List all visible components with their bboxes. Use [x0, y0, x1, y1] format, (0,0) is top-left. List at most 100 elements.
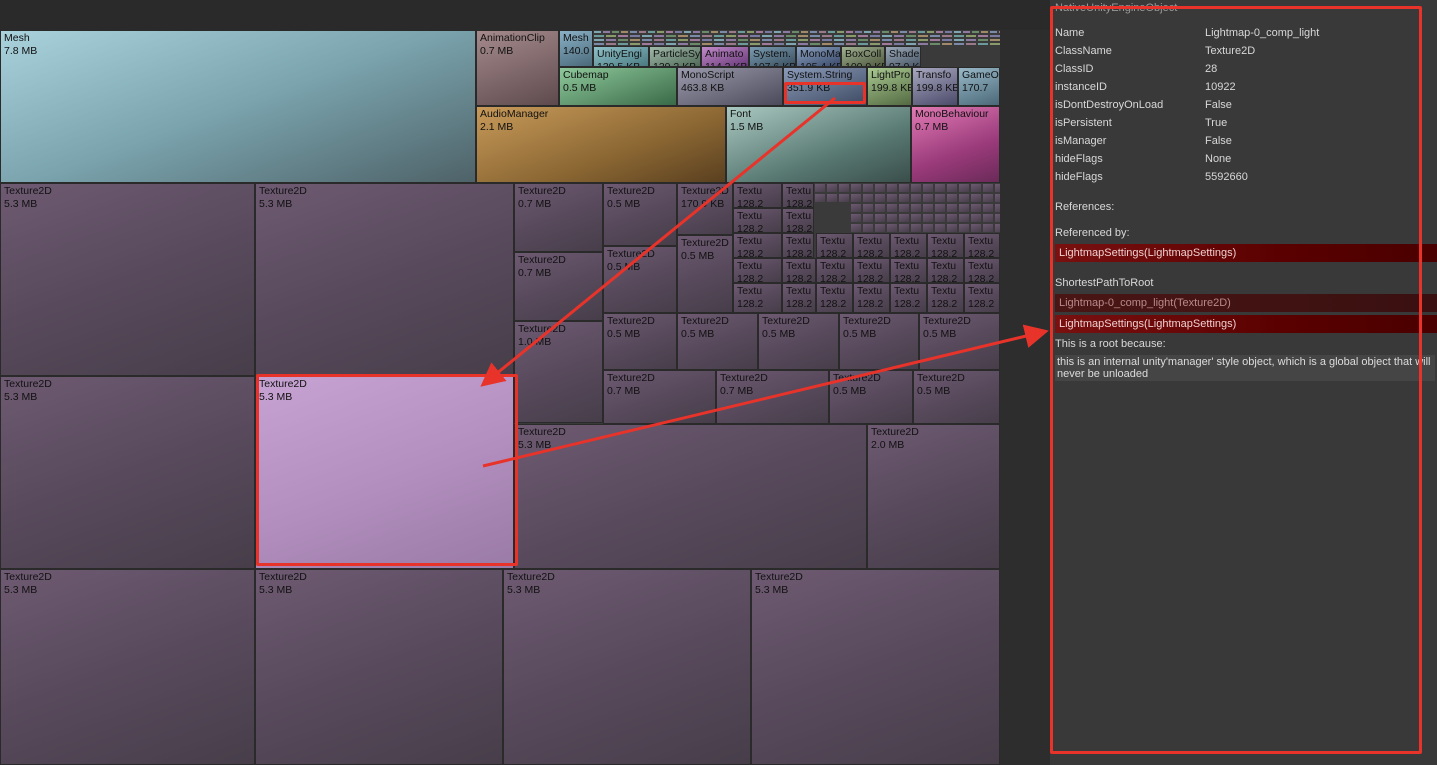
- treemap-cell[interactable]: Mesh 7.8 MB: [0, 30, 476, 183]
- treemap-cell[interactable]: Texture2D 0.5 MB: [829, 370, 913, 424]
- treemap-tiny-cell[interactable]: [749, 42, 761, 46]
- treemap-cell[interactable]: Textu 128.2: [853, 233, 890, 258]
- treemap-cell[interactable]: UnityEngi 139.5 KB: [593, 46, 649, 67]
- treemap-cell[interactable]: Texture2D 0.5 MB: [913, 370, 1000, 424]
- treemap-tiny-cell[interactable]: [886, 203, 898, 213]
- treemap-tiny-cell[interactable]: [965, 42, 977, 46]
- memory-treemap[interactable]: Mesh 7.8 MB AnimationClip 0.7 MB Mesh 140.0 Un…: [0, 30, 1000, 765]
- treemap-tiny-cell[interactable]: [869, 42, 881, 46]
- treemap-cell[interactable]: MonoBehaviour 0.7 MB: [911, 106, 1000, 183]
- treemap-tiny-cell[interactable]: [886, 183, 898, 193]
- treemap-tiny-cell[interactable]: [826, 193, 838, 203]
- treemap-cell[interactable]: ParticleSy 139.2 KB: [649, 46, 701, 67]
- treemap-tiny-cell[interactable]: [862, 203, 874, 213]
- treemap-cell[interactable]: Texture2D 0.5 MB: [677, 235, 733, 313]
- treemap-cell[interactable]: Texture2D 0.7 MB: [514, 252, 603, 321]
- treemap-tiny-cell[interactable]: [982, 213, 994, 223]
- treemap-tiny-cell[interactable]: [881, 42, 893, 46]
- treemap-tiny-cell[interactable]: [886, 223, 898, 233]
- treemap-cell[interactable]: Textu 128.2: [733, 233, 782, 258]
- treemap-tiny-cell[interactable]: [893, 42, 905, 46]
- treemap-tiny-cell[interactable]: [898, 193, 910, 203]
- treemap-cell[interactable]: Texture2D 170.9 KB: [677, 183, 733, 235]
- treemap-tiny-cell[interactable]: [689, 42, 701, 46]
- treemap-tiny-cell[interactable]: [934, 203, 946, 213]
- treemap-tiny-cell[interactable]: [922, 193, 934, 203]
- treemap-tiny-cell[interactable]: [617, 42, 629, 46]
- treemap-cell[interactable]: Texture2D 5.3 MB: [0, 183, 255, 376]
- treemap-tiny-cell[interactable]: [850, 183, 862, 193]
- treemap-tiny-cell[interactable]: [958, 193, 970, 203]
- treemap-tiny-cell[interactable]: [898, 203, 910, 213]
- treemap-tiny-cell[interactable]: [809, 42, 821, 46]
- treemap-tiny-cell[interactable]: [797, 42, 809, 46]
- treemap-cell[interactable]: Textu 128.2: [782, 233, 814, 258]
- treemap-cell[interactable]: Font 1.5 MB: [726, 106, 911, 183]
- treemap-tiny-cell[interactable]: [934, 223, 946, 233]
- treemap-tiny-cell[interactable]: [833, 42, 845, 46]
- treemap-tiny-cell[interactable]: [826, 183, 838, 193]
- treemap-tiny-cell[interactable]: [958, 223, 970, 233]
- treemap-cell[interactable]: Transfo 199.8 KB: [912, 67, 958, 106]
- treemap-tiny-cell[interactable]: [929, 42, 941, 46]
- treemap-cell[interactable]: Texture2D 1.0 MB: [514, 321, 603, 423]
- treemap-cell[interactable]: LightPro 199.8 KB: [867, 67, 912, 106]
- treemap-cell[interactable]: BoxColl 100.0 KB: [841, 46, 885, 67]
- treemap-cell[interactable]: Textu 128.2: [964, 283, 1000, 313]
- treemap-cell[interactable]: Texture2D 2.0 MB: [867, 424, 1000, 569]
- treemap-tiny-cell[interactable]: [737, 42, 749, 46]
- treemap-tiny-cell[interactable]: [814, 193, 826, 203]
- treemap-cell[interactable]: Texture2D 5.3 MB: [503, 569, 751, 765]
- treemap-tiny-cell[interactable]: [970, 183, 982, 193]
- treemap-cell[interactable]: Texture2D 0.5 MB: [677, 313, 758, 370]
- treemap-tiny-cell[interactable]: [946, 223, 958, 233]
- treemap-tiny-cell[interactable]: [982, 193, 994, 203]
- treemap-cell[interactable]: GameO 170.7: [958, 67, 1000, 106]
- treemap-cell[interactable]: Texture2D 5.3 MB: [751, 569, 1000, 765]
- treemap-cell[interactable]: Texture2D 0.5 MB: [839, 313, 919, 370]
- treemap-tiny-cell[interactable]: [845, 42, 857, 46]
- treemap-tiny-cell[interactable]: [898, 223, 910, 233]
- treemap-tiny-cell[interactable]: [857, 42, 869, 46]
- treemap-tiny-cell[interactable]: [958, 213, 970, 223]
- treemap-cell[interactable]: Textu 128.2: [782, 183, 814, 208]
- treemap-tiny-cell[interactable]: [874, 193, 886, 203]
- treemap-tiny-cell[interactable]: [701, 42, 713, 46]
- treemap-tiny-cell[interactable]: [958, 183, 970, 193]
- treemap-cell[interactable]: Texture2D 5.3 MB: [0, 569, 255, 765]
- treemap-tiny-cell[interactable]: [629, 42, 641, 46]
- treemap-tiny-cell[interactable]: [946, 193, 958, 203]
- treemap-cell[interactable]: Textu 128.2: [964, 258, 1000, 283]
- treemap-cell[interactable]: Textu 128.2: [816, 233, 853, 258]
- treemap-cell[interactable]: Texture2D 0.7 MB: [716, 370, 829, 424]
- treemap-cell[interactable]: AudioManager 2.1 MB: [476, 106, 726, 183]
- treemap-cell[interactable]: Cubemap 0.5 MB: [559, 67, 677, 106]
- treemap-tiny-cell[interactable]: [989, 42, 1000, 46]
- treemap-cell[interactable]: Shade97.9 KB: [885, 46, 921, 67]
- treemap-tiny-cell[interactable]: [922, 183, 934, 193]
- treemap-tiny-cell[interactable]: [862, 213, 874, 223]
- treemap-tiny-cell[interactable]: [874, 223, 886, 233]
- treemap-tiny-cell[interactable]: [850, 193, 862, 203]
- treemap-cell[interactable]: Textu 128.2: [733, 283, 782, 313]
- treemap-cell[interactable]: Texture2D 5.3 MB: [255, 183, 514, 376]
- treemap-tiny-cell[interactable]: [917, 42, 929, 46]
- treemap-cell[interactable]: Textu 128.2: [927, 283, 964, 313]
- treemap-tiny-cell[interactable]: [910, 213, 922, 223]
- treemap-tiny-cell[interactable]: [641, 42, 653, 46]
- treemap-cell[interactable]: Textu 128.2: [733, 183, 782, 208]
- treemap-tiny-cell[interactable]: [934, 183, 946, 193]
- shortest-path-item-1[interactable]: LightmapSettings(LightmapSettings): [1055, 315, 1437, 333]
- treemap-cell[interactable]: Animato 114.2 KB: [701, 46, 749, 67]
- treemap-tiny-cell[interactable]: [838, 193, 850, 203]
- treemap-tiny-cell[interactable]: [977, 42, 989, 46]
- treemap-tiny-cell[interactable]: [862, 223, 874, 233]
- treemap-cell[interactable]: Textu 128.2: [782, 208, 814, 233]
- treemap-cell[interactable]: Textu 128.2: [733, 258, 782, 283]
- treemap-cell[interactable]: MonoScript 463.8 KB: [677, 67, 783, 106]
- treemap-tiny-cell[interactable]: [874, 213, 886, 223]
- treemap-cell[interactable]: Textu 128.2: [890, 233, 927, 258]
- treemap-tiny-cell[interactable]: [982, 183, 994, 193]
- treemap-cell[interactable]: Textu 128.2: [890, 258, 927, 283]
- treemap-tiny-cell[interactable]: [958, 203, 970, 213]
